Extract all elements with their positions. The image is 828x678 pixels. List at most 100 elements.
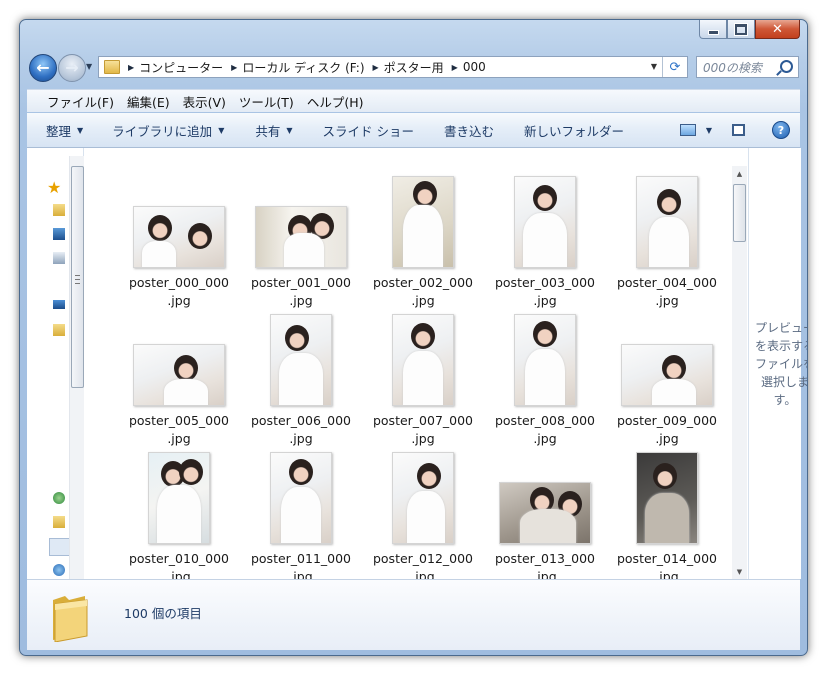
scrollbar-thumb[interactable]	[733, 184, 746, 242]
menu-bar: ファイル(F) 編集(E) 表示(V) ツール(T) ヘルプ(H)	[27, 89, 800, 112]
refresh-button[interactable]: ⟳	[662, 57, 687, 77]
chevron-right-icon[interactable]: ▶	[128, 63, 134, 72]
library-folder-icon[interactable]	[53, 324, 65, 336]
burn-button[interactable]: 書き込む	[444, 121, 494, 140]
chevron-right-icon[interactable]: ▶	[231, 63, 237, 72]
maximize-icon	[735, 23, 747, 35]
favorites-star-icon[interactable]: ★	[47, 180, 63, 196]
refresh-icon: ⟳	[669, 59, 681, 75]
chevron-down-icon: ▼	[705, 125, 712, 135]
close-button[interactable]: ✕	[755, 20, 800, 39]
search-icon[interactable]	[780, 60, 793, 73]
breadcrumb-current-folder[interactable]: 000	[463, 60, 486, 74]
forward-button[interactable]: →	[58, 54, 86, 82]
scroll-up-arrow-icon[interactable]: ▲	[732, 166, 747, 181]
file-item[interactable]: poster_012_000 .jpg	[367, 448, 479, 579]
scrollbar-thumb[interactable]	[71, 166, 84, 388]
file-name: poster_004_000 .jpg	[616, 275, 717, 308]
file-name: poster_011_000 .jpg	[250, 551, 352, 579]
image-thumbnail	[499, 482, 591, 544]
image-thumbnail	[133, 206, 225, 268]
organize-button[interactable]: 整理 ▼	[46, 121, 83, 140]
image-thumbnail	[270, 452, 332, 544]
organize-label: 整理	[46, 123, 72, 139]
desktop-icon[interactable]	[53, 228, 65, 240]
file-item[interactable]: poster_013_000 .jpg	[489, 448, 601, 579]
image-thumbnail	[392, 176, 454, 268]
back-button[interactable]: ←	[29, 54, 57, 82]
file-name: poster_003_000 .jpg	[494, 275, 596, 308]
menu-file[interactable]: ファイル(F)	[47, 92, 114, 111]
recent-pages-dropdown[interactable]: ▼	[86, 62, 92, 71]
address-bar[interactable]: ▶ コンピューター ▶ ローカル ディスク (F:) ▶ ポスター用 ▶ 000…	[98, 56, 688, 78]
file-item[interactable]: poster_001_000 .jpg	[245, 172, 357, 310]
menu-edit[interactable]: 編集(E)	[127, 92, 170, 111]
recent-places-icon[interactable]	[53, 252, 65, 264]
image-thumbnail	[148, 452, 210, 544]
image-thumbnail	[636, 176, 698, 268]
close-icon: ✕	[772, 21, 783, 37]
view-icon	[679, 124, 696, 136]
address-dropdown-icon[interactable]: ▼	[651, 62, 657, 71]
new-folder-label: 新しいフォルダー	[524, 123, 625, 139]
chevron-right-icon[interactable]: ▶	[373, 63, 379, 72]
file-item[interactable]: poster_006_000 .jpg	[245, 310, 357, 448]
file-item[interactable]: poster_003_000 .jpg	[489, 172, 601, 310]
menu-tools[interactable]: ツール(T)	[239, 92, 294, 111]
file-item[interactable]: poster_007_000 .jpg	[367, 310, 479, 448]
image-thumbnail	[133, 344, 225, 406]
add-to-library-label: ライブラリに追加	[112, 123, 213, 139]
file-name: poster_006_000 .jpg	[250, 413, 352, 446]
share-label: 共有	[255, 123, 281, 139]
image-thumbnail	[270, 314, 332, 406]
item-count: 100 個の項目	[124, 606, 202, 621]
scroll-down-arrow-icon[interactable]: ▼	[732, 564, 747, 579]
breadcrumb-local-disk[interactable]: ローカル ディスク (F:)	[242, 59, 364, 76]
folder-icon	[53, 596, 88, 642]
share-button[interactable]: 共有 ▼	[255, 121, 292, 140]
selected-drive-icon[interactable]	[49, 538, 71, 556]
help-icon[interactable]: ?	[772, 121, 790, 139]
preview-pane-icon[interactable]	[732, 124, 745, 136]
file-item[interactable]: poster_008_000 .jpg	[489, 310, 601, 448]
slideshow-button[interactable]: スライド ショー	[323, 121, 414, 140]
navigation-scrollbar[interactable]	[69, 156, 84, 579]
file-item[interactable]: poster_005_000 .jpg	[123, 310, 235, 448]
change-view-button[interactable]: ▼	[679, 124, 712, 136]
folder-icon	[104, 60, 120, 74]
minimize-icon	[707, 29, 719, 35]
menu-help[interactable]: ヘルプ(H)	[307, 92, 364, 111]
chevron-down-icon: ▼	[286, 125, 293, 135]
file-name: poster_007_000 .jpg	[372, 413, 474, 446]
breadcrumb-poster-folder[interactable]: ポスター用	[384, 59, 444, 76]
preview-pane: プレビューを表示するファイルを選択します。	[748, 148, 807, 579]
breadcrumb-computer[interactable]: コンピューター	[139, 59, 223, 76]
file-item[interactable]: poster_010_000 .jpg	[123, 448, 235, 579]
image-thumbnail	[392, 314, 454, 406]
new-folder-button[interactable]: 新しいフォルダー	[524, 121, 624, 140]
folder-icon[interactable]	[53, 516, 65, 528]
file-list: poster_000_000 .jpg poster_001_000 .jpg po…	[87, 148, 717, 579]
chevron-right-icon[interactable]: ▶	[452, 63, 458, 72]
network-icon[interactable]	[53, 564, 65, 576]
image-thumbnail	[514, 314, 576, 406]
file-item[interactable]: poster_014_000 .jpg	[611, 448, 717, 579]
homegroup-icon[interactable]	[53, 492, 65, 504]
navigation-pane: ★	[27, 148, 84, 579]
add-to-library-button[interactable]: ライブラリに追加 ▼	[112, 121, 224, 140]
file-name: poster_008_000 .jpg	[494, 413, 596, 446]
file-name: poster_009_000 .jpg	[616, 413, 717, 446]
menu-view[interactable]: 表示(V)	[183, 92, 226, 111]
minimize-button[interactable]	[699, 20, 727, 39]
file-item[interactable]: poster_004_000 .jpg	[611, 172, 717, 310]
file-item[interactable]: poster_011_000 .jpg	[245, 448, 357, 579]
file-item[interactable]: poster_009_000 .jpg	[611, 310, 717, 448]
search-input[interactable]: 000の検索	[696, 56, 799, 78]
computer-icon[interactable]	[53, 300, 65, 309]
maximize-button[interactable]	[727, 20, 755, 39]
file-item[interactable]: poster_002_000 .jpg	[367, 172, 479, 310]
file-item[interactable]: poster_000_000 .jpg	[123, 172, 235, 310]
preview-pane-message: プレビューを表示するファイルを選択します。	[754, 321, 808, 407]
file-list-scrollbar[interactable]: ▲ ▼	[732, 166, 747, 597]
folder-icon[interactable]	[53, 204, 65, 216]
